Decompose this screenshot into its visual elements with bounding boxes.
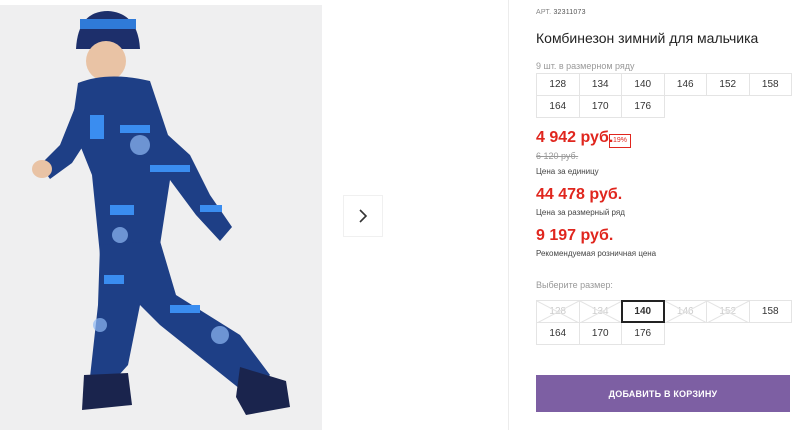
pack-size-cell: 164	[536, 95, 580, 118]
unit-price: 4 942 руб.	[536, 129, 614, 146]
size-option-128[interactable]: 128	[536, 300, 580, 323]
pack-size-cell: 146	[663, 73, 707, 96]
column-divider	[508, 0, 509, 430]
pack-size-cell: 134	[578, 73, 622, 96]
pack-size-cell: 128	[536, 73, 580, 96]
chevron-right-icon	[359, 209, 368, 223]
size-option-146[interactable]: 146	[663, 300, 707, 323]
size-option-164[interactable]: 164	[536, 322, 580, 345]
size-select-label: Выберите размер:	[536, 280, 613, 290]
sku-value: 32311073	[553, 9, 586, 16]
add-to-cart-button[interactable]: ДОБАВИТЬ В КОРЗИНУ	[536, 375, 790, 412]
pack-size-cell: 158	[748, 73, 792, 96]
size-option-158[interactable]: 158	[748, 300, 792, 323]
size-option-152[interactable]: 152	[706, 300, 750, 323]
unavailable-cross-icon	[579, 301, 622, 323]
pack-size-cell: 170	[578, 95, 622, 118]
product-photo[interactable]	[0, 5, 322, 430]
pack-size-cell: 140	[621, 73, 665, 96]
discount-badge: 19%	[609, 134, 632, 148]
size-option-label: 140	[634, 306, 652, 317]
sku: АРТ. 32311073	[536, 9, 586, 16]
size-option-176[interactable]: 176	[621, 322, 665, 345]
size-option-label: 164	[549, 328, 567, 339]
size-select-grid: 128 134 140 146 152 158 164 170 176	[536, 300, 792, 345]
pack-size-cell: 152	[706, 73, 750, 96]
rrp-price: 9 197 руб.	[536, 227, 614, 244]
pack-caption: 9 шт. в размерном ряду	[536, 61, 635, 71]
sku-label: АРТ.	[536, 9, 552, 16]
size-option-label: 170	[591, 328, 609, 339]
size-option-label: 176	[634, 328, 652, 339]
size-option-140[interactable]: 140	[621, 300, 665, 323]
pack-price-label: Цена за размерный ряд	[536, 208, 625, 217]
pack-size-cell: 176	[621, 95, 665, 118]
product-title: Комбинезон зимний для мальчика	[536, 30, 759, 46]
size-option-label: 158	[761, 306, 779, 317]
gallery-next-button[interactable]	[344, 196, 382, 236]
rrp-price-label: Рекомендуемая розничная цена	[536, 249, 657, 258]
unavailable-cross-icon	[664, 301, 707, 323]
pack-size-grid: 128 134 140 146 152 158 164 170 176	[536, 73, 792, 118]
unavailable-cross-icon	[707, 301, 749, 323]
product-gallery	[0, 0, 510, 430]
size-option-170[interactable]: 170	[578, 322, 622, 345]
pack-price: 44 478 руб.	[536, 186, 623, 203]
old-price: 6 120 руб.	[536, 151, 579, 161]
unavailable-cross-icon	[537, 301, 579, 323]
size-option-134[interactable]: 134	[578, 300, 622, 323]
unit-price-label: Цена за единицу	[536, 167, 599, 176]
